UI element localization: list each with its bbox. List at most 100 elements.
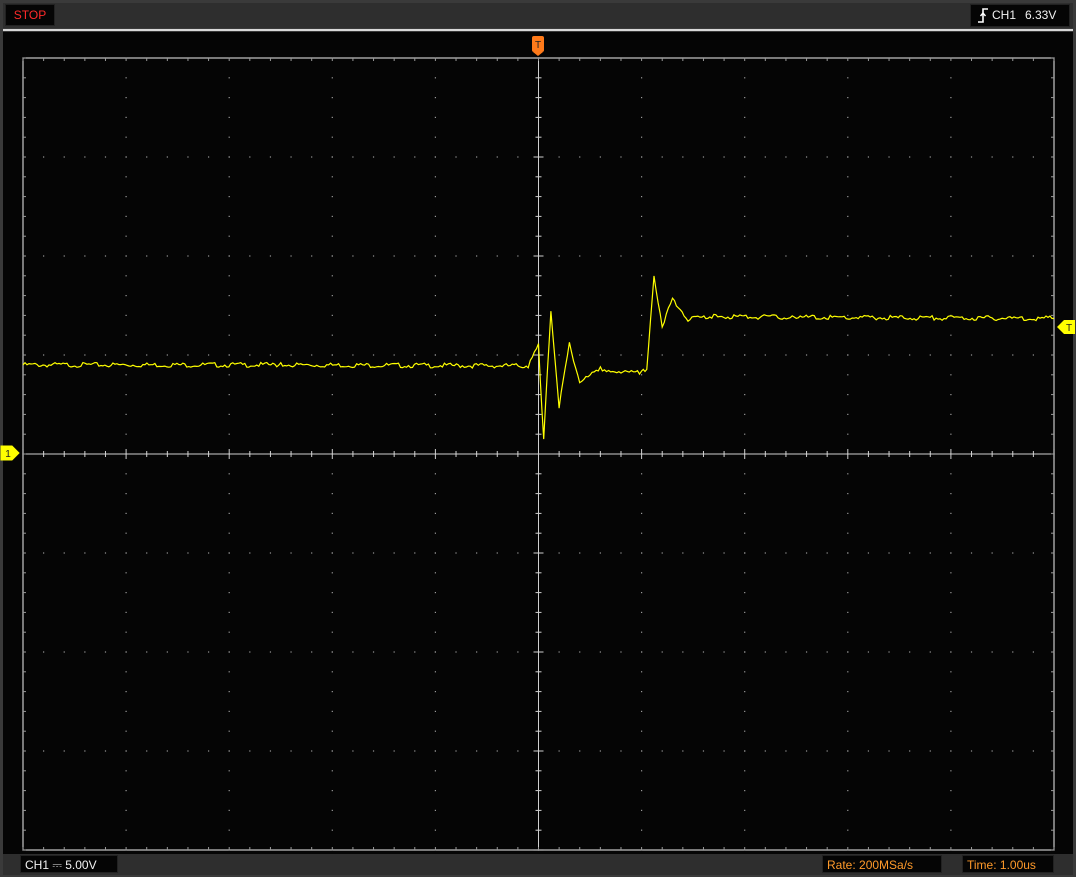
grid-dot	[331, 631, 333, 633]
grid-dot	[207, 156, 210, 158]
grid-dot	[228, 275, 230, 277]
grid-dot	[723, 255, 725, 257]
grid-dot	[909, 255, 911, 257]
grid-dot	[888, 156, 890, 158]
grid-dot	[805, 156, 808, 158]
grid-dot	[352, 750, 354, 752]
grid-dot	[331, 433, 333, 435]
grid-dot	[847, 770, 849, 772]
grid-dot	[641, 493, 643, 495]
grid-dot	[764, 651, 766, 653]
grid-dot	[847, 354, 849, 356]
grid-dot	[641, 354, 643, 356]
grid-dot	[146, 750, 148, 752]
grid-dot	[434, 374, 436, 376]
grid-dot	[434, 532, 436, 534]
grid-dot	[228, 611, 230, 613]
grid-dot	[950, 671, 952, 673]
grid-dot	[744, 730, 746, 732]
grid-dot	[84, 255, 86, 257]
grid-dot	[228, 572, 230, 574]
grid-dot	[331, 295, 333, 297]
grid-dot	[1032, 354, 1034, 356]
trigger-position-marker[interactable]: T	[532, 36, 544, 56]
grid-dot	[847, 611, 849, 613]
grid-dot	[43, 354, 45, 356]
grid-dot	[641, 374, 643, 376]
grid-dot	[228, 631, 230, 633]
grid-dot	[249, 156, 251, 158]
grid-dot	[744, 651, 746, 653]
channel-ground-marker[interactable]: 1	[0, 445, 20, 461]
grid-dot	[950, 611, 952, 613]
grid-dot	[496, 354, 498, 356]
grid-dot	[517, 651, 519, 653]
grid-dot	[744, 334, 746, 336]
grid-dot	[434, 215, 436, 217]
grid-dot	[579, 156, 581, 158]
grid-dot	[434, 235, 436, 237]
grid-dot	[744, 592, 746, 594]
grid-dot	[311, 156, 313, 158]
grid-dot	[187, 651, 189, 653]
grid-dot	[228, 354, 230, 356]
grid-dot	[847, 473, 849, 475]
grid-dot	[558, 750, 560, 752]
grid-dot	[641, 829, 643, 831]
grid-dot	[867, 255, 870, 257]
grid-dot	[434, 413, 436, 415]
grid-dot	[84, 750, 86, 752]
grid-dot	[950, 592, 952, 594]
grid-dot	[764, 354, 766, 356]
grid-dot	[847, 651, 849, 653]
grid-dot	[1012, 552, 1014, 554]
channel-scale[interactable]: CH1 ⎓ 5.00V	[20, 855, 118, 873]
grid-dot	[434, 710, 436, 712]
timebase[interactable]: Time: 1.00us	[962, 855, 1054, 873]
grid-dot	[641, 433, 643, 435]
grid-dot	[125, 136, 127, 138]
grid-dot	[641, 215, 643, 217]
grid-dot	[641, 334, 643, 336]
grid-dot	[125, 275, 127, 277]
grid-dot	[929, 651, 931, 653]
grid-dot	[393, 156, 395, 158]
grid-dot	[166, 552, 168, 554]
grid-dot	[991, 255, 993, 257]
grid-dot	[1032, 255, 1034, 257]
grid-dot	[744, 691, 746, 693]
grid-dot	[43, 255, 45, 257]
trigger-level-marker[interactable]: T	[1057, 320, 1075, 334]
grid-dot	[228, 730, 230, 732]
grid-dot	[847, 671, 849, 673]
grid-dot	[599, 750, 601, 752]
grid-dot	[414, 651, 416, 653]
grid-dot	[228, 651, 230, 653]
grid-dot	[744, 493, 746, 495]
grid-dot	[661, 255, 663, 257]
grid-dot	[950, 196, 952, 198]
grid-dot	[950, 770, 952, 772]
grid-dot	[434, 295, 436, 297]
grid-dot	[434, 275, 436, 277]
grid-dot	[929, 354, 931, 356]
grid-dot	[682, 354, 684, 356]
grid-dot	[434, 136, 436, 138]
grid-dot	[331, 97, 333, 99]
grid-dot	[455, 354, 457, 356]
grid-dot	[620, 651, 622, 653]
grid-dot	[331, 512, 333, 514]
grid-dot	[950, 809, 952, 811]
grid-dot	[723, 156, 725, 158]
grid-dot	[950, 215, 952, 217]
grid-dot	[125, 790, 127, 792]
grid-dot	[599, 354, 601, 356]
grid-dot	[847, 790, 849, 792]
grid-dot	[372, 156, 375, 158]
grid-dot	[805, 552, 808, 554]
grid-dot	[125, 433, 127, 435]
grid-dot	[414, 552, 416, 554]
grid-dot	[950, 631, 952, 633]
grid-dot	[476, 651, 478, 653]
grid-dot	[847, 750, 849, 752]
